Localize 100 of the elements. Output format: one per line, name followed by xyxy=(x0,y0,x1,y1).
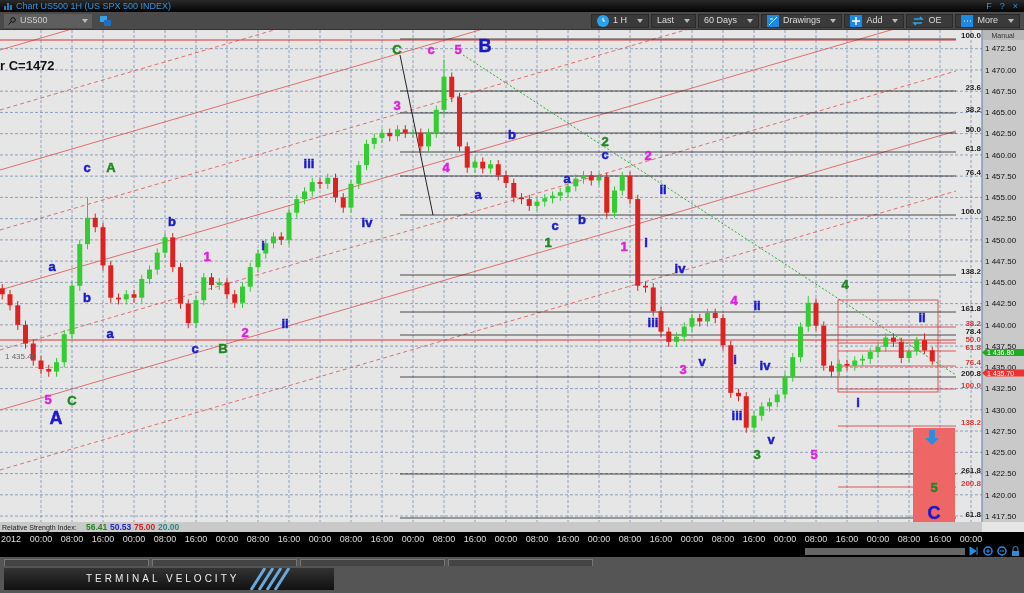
candle xyxy=(759,401,765,422)
zoom-in-icon[interactable] xyxy=(983,546,993,556)
candle xyxy=(929,346,935,366)
candle xyxy=(7,289,13,311)
candle xyxy=(906,348,912,363)
price-tick: 1 455.00 xyxy=(985,193,1017,203)
candle xyxy=(92,213,98,233)
time-tick: 16:00 xyxy=(928,534,952,544)
tab[interactable] xyxy=(300,559,445,566)
swap-arrows-icon xyxy=(912,14,925,27)
wave-label: iv xyxy=(361,215,373,230)
windows-icon[interactable] xyxy=(100,15,111,26)
time-tick: 00:00 xyxy=(215,534,239,544)
candle xyxy=(54,357,59,378)
candle xyxy=(767,397,772,413)
candle xyxy=(15,300,21,331)
window-control[interactable]: ? xyxy=(997,1,1007,11)
candle xyxy=(209,272,214,291)
fib-level-label: 138.2 xyxy=(960,267,981,276)
brand-name: TERMINAL VELOCITY xyxy=(86,574,240,584)
fib-level-label: 76.4 xyxy=(965,358,981,367)
wave-label: i xyxy=(261,238,265,253)
candle xyxy=(798,321,803,363)
candle xyxy=(61,329,67,368)
candle xyxy=(852,355,858,372)
tab[interactable] xyxy=(152,559,297,566)
indicator-value: 56.41 xyxy=(86,522,108,532)
wave-label: iii xyxy=(731,408,743,423)
candle xyxy=(627,171,633,205)
candle xyxy=(650,282,656,317)
candle xyxy=(805,295,811,333)
time-tick: 00:00 xyxy=(866,534,890,544)
toolbar-button[interactable]: More xyxy=(955,13,1020,28)
candle xyxy=(643,281,648,294)
time-tick: 08:00 xyxy=(246,534,270,544)
price-tick: 1 432.50 xyxy=(985,384,1017,394)
drawing-tools-icon xyxy=(766,14,779,27)
wave-label: a xyxy=(106,326,114,341)
price-tick: 1 452.50 xyxy=(985,214,1017,224)
candle xyxy=(379,128,385,144)
fib-level-label: 161.8 xyxy=(960,304,981,313)
skip-to-end-icon[interactable] xyxy=(969,546,979,556)
candle xyxy=(503,170,509,189)
candle xyxy=(38,355,44,375)
candle xyxy=(689,313,695,333)
candle xyxy=(46,364,52,378)
toolbar-button[interactable]: Drawings xyxy=(760,13,843,28)
wave-label: b xyxy=(83,290,91,305)
time-tick: 08:00 xyxy=(432,534,456,544)
candle xyxy=(154,247,160,276)
candle xyxy=(441,59,447,116)
time-tick: 16:00 xyxy=(184,534,208,544)
wave-label: iii xyxy=(647,315,659,330)
wave-label: C xyxy=(927,503,941,523)
candle xyxy=(705,308,710,328)
wave-label: 3 xyxy=(753,447,761,462)
wave-label: 1 xyxy=(620,239,628,254)
toolbar-button[interactable]: OE xyxy=(906,13,954,28)
wave-label: 2 xyxy=(644,148,652,163)
window-control[interactable]: × xyxy=(1010,1,1020,11)
candle xyxy=(720,313,726,351)
candle xyxy=(85,196,90,250)
time-tick: 08:00 xyxy=(618,534,642,544)
fib-level-label: 200.8 xyxy=(960,479,981,488)
candle xyxy=(790,352,796,383)
window-control[interactable]: F xyxy=(984,1,994,11)
time-tick: 16:00 xyxy=(835,534,859,544)
fib-level-label: 50.0 xyxy=(965,125,981,134)
toolbar-button[interactable]: 1 H xyxy=(590,13,649,28)
wave-label: ii xyxy=(753,298,761,313)
candle xyxy=(612,185,617,219)
wave-label: A xyxy=(49,408,63,428)
candle xyxy=(317,177,323,190)
scrollbar[interactable] xyxy=(805,547,965,555)
toolbar-button[interactable]: Add xyxy=(844,13,905,28)
indicator-value: 50.53 xyxy=(110,522,132,532)
plus-icon xyxy=(850,14,863,27)
time-tick: 00:00 xyxy=(494,534,518,544)
candle xyxy=(511,178,517,203)
price-tick: 1 427.50 xyxy=(985,426,1017,436)
wave-label: 5 xyxy=(810,447,818,462)
candle xyxy=(495,159,501,181)
wave-label: b xyxy=(508,127,516,142)
toolbar-button[interactable]: 60 Days xyxy=(697,13,759,28)
toolbar-button[interactable]: Last xyxy=(650,13,696,28)
tab[interactable] xyxy=(4,559,149,566)
candle xyxy=(542,193,548,208)
wave-label: 3 xyxy=(393,98,401,113)
zoom-out-icon[interactable] xyxy=(997,546,1007,556)
candle xyxy=(557,187,563,202)
candle xyxy=(123,289,129,305)
candle xyxy=(139,274,145,304)
tab[interactable] xyxy=(448,559,593,566)
candle xyxy=(170,232,176,273)
price-tick: 1 417.50 xyxy=(985,511,1017,521)
caret-icon xyxy=(82,18,88,23)
lock-icon[interactable] xyxy=(1011,546,1020,556)
candle xyxy=(185,298,191,329)
symbol-field[interactable]: US500 xyxy=(4,13,92,28)
candle xyxy=(596,172,602,186)
